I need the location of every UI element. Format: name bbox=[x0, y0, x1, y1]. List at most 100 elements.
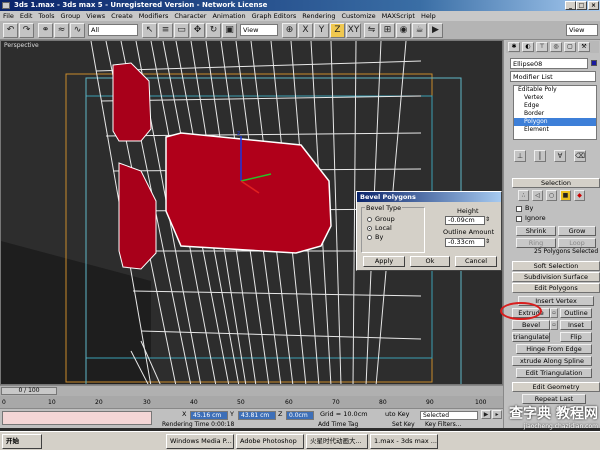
menu-graph-editors[interactable]: Graph Editors bbox=[249, 11, 300, 21]
track-bar[interactable]: 0 10 20 30 40 50 60 70 80 90 100 bbox=[0, 396, 503, 408]
outline-spinner-arrows[interactable]: ⇕ bbox=[485, 238, 490, 246]
axis-xy-button[interactable]: XY bbox=[346, 23, 361, 38]
maxscript-listener[interactable] bbox=[2, 411, 152, 425]
axis-x-button[interactable]: X bbox=[298, 23, 313, 38]
by-radio[interactable] bbox=[367, 235, 372, 240]
selection-rollout-header[interactable]: Selection bbox=[512, 178, 600, 188]
soft-selection-rollout-header[interactable]: Soft Selection bbox=[512, 261, 600, 271]
link-icon[interactable]: ⚭ bbox=[38, 23, 53, 38]
time-slider[interactable]: 0 / 100 bbox=[0, 385, 503, 396]
unlink-icon[interactable]: ≈ bbox=[54, 23, 69, 38]
height-spinner-arrows[interactable]: ⇕ bbox=[485, 216, 490, 224]
select-by-name-icon[interactable]: ≡ bbox=[158, 23, 173, 38]
selection-filter-dropdown[interactable]: All bbox=[88, 24, 138, 36]
axis-y-button[interactable]: Y bbox=[314, 23, 329, 38]
ignore-backfacing-checkbox[interactable] bbox=[516, 216, 522, 222]
menu-file[interactable]: File bbox=[0, 11, 17, 21]
show-end-result-icon[interactable]: ⎮ bbox=[534, 150, 546, 162]
close-button[interactable]: × bbox=[588, 1, 599, 10]
start-button[interactable]: 开始 bbox=[2, 434, 42, 449]
redo-icon[interactable]: ↷ bbox=[19, 23, 34, 38]
object-color-swatch[interactable] bbox=[591, 60, 597, 66]
hierarchy-tab-icon[interactable]: ⊤ bbox=[536, 42, 548, 52]
shrink-button[interactable]: Shrink bbox=[516, 226, 556, 236]
rotate-icon[interactable]: ↻ bbox=[206, 23, 221, 38]
menu-modifiers[interactable]: Modifiers bbox=[136, 11, 172, 21]
quick-render-icon[interactable]: ▶ bbox=[428, 23, 443, 38]
edit-polygons-rollout-header[interactable]: Edit Polygons bbox=[512, 283, 600, 293]
create-tab-icon[interactable]: ✱ bbox=[508, 42, 520, 52]
ref-coord-dropdown[interactable]: View bbox=[240, 24, 278, 36]
bind-spacewarp-icon[interactable]: ∿ bbox=[70, 23, 85, 38]
stack-item-element[interactable]: Element bbox=[514, 126, 596, 134]
add-time-tag[interactable]: Add Time Tag bbox=[318, 420, 358, 429]
menu-customize[interactable]: Customize bbox=[338, 11, 378, 21]
task-3dsmax[interactable]: 1.max - 3ds max ... bbox=[370, 434, 438, 449]
bevel-settings-icon[interactable]: ▫ bbox=[550, 320, 558, 330]
subdivision-surface-rollout-header[interactable]: Subdivision Surface bbox=[512, 272, 600, 282]
key-selection-dropdown[interactable]: Selected bbox=[420, 411, 478, 420]
task-photoshop[interactable]: Adobe Photoshop bbox=[236, 434, 304, 449]
material-editor-icon[interactable]: ◉ bbox=[396, 23, 411, 38]
time-slider-knob[interactable]: 0 / 100 bbox=[1, 387, 57, 395]
extrude-settings-icon[interactable]: ▫ bbox=[550, 308, 558, 318]
axis-z-button[interactable]: Z bbox=[330, 23, 345, 38]
set-key-button[interactable]: Set Key bbox=[392, 420, 415, 429]
align-icon[interactable]: ⊞ bbox=[380, 23, 395, 38]
bevel-button[interactable]: Bevel bbox=[512, 320, 550, 330]
apply-button[interactable]: Apply bbox=[363, 256, 405, 267]
mirror-icon[interactable]: ⇋ bbox=[364, 23, 379, 38]
task-windows-media[interactable]: Windows Media P... bbox=[166, 434, 234, 449]
key-filters-button[interactable]: Key Filters... bbox=[425, 420, 462, 429]
menu-group[interactable]: Group bbox=[58, 11, 84, 21]
select-object-icon[interactable]: ↖ bbox=[142, 23, 157, 38]
outline-button[interactable]: Outline bbox=[560, 308, 592, 318]
next-frame-icon[interactable]: ▸ bbox=[492, 410, 502, 419]
element-mode-icon[interactable]: ◆ bbox=[574, 190, 585, 201]
menu-character[interactable]: Character bbox=[171, 11, 209, 21]
polygon-mode-icon[interactable]: ■ bbox=[560, 190, 571, 201]
stack-item-vertex[interactable]: Vertex bbox=[514, 94, 596, 102]
maximize-button[interactable]: □ bbox=[576, 1, 587, 10]
x-coord-field[interactable]: 45.16 cm bbox=[190, 411, 228, 420]
hinge-from-edge-button[interactable]: Hinge From Edge bbox=[516, 344, 592, 354]
modifier-list-dropdown[interactable]: Modifier List bbox=[510, 71, 596, 82]
menu-maxscript[interactable]: MAXScript bbox=[379, 11, 418, 21]
ok-button[interactable]: Ok bbox=[410, 256, 450, 267]
stack-item-editable-poly[interactable]: Editable Poly bbox=[514, 86, 596, 94]
local-radio[interactable] bbox=[367, 226, 372, 231]
border-mode-icon[interactable]: ○ bbox=[546, 190, 557, 201]
scale-icon[interactable]: ▣ bbox=[222, 23, 237, 38]
motion-tab-icon[interactable]: ◎ bbox=[550, 42, 562, 52]
outline-spinner[interactable]: -0.33cm bbox=[445, 238, 485, 247]
menu-edit[interactable]: Edit bbox=[17, 11, 36, 21]
vertex-mode-icon[interactable]: ∴ bbox=[518, 190, 529, 201]
task-browser[interactable]: 火星时代动画大... bbox=[306, 434, 368, 449]
menu-tools[interactable]: Tools bbox=[35, 11, 57, 21]
by-vertex-checkbox[interactable] bbox=[516, 206, 522, 212]
minimize-button[interactable]: _ bbox=[565, 1, 576, 10]
edge-mode-icon[interactable]: ◁ bbox=[532, 190, 543, 201]
menu-help[interactable]: Help bbox=[418, 11, 439, 21]
remove-modifier-icon[interactable]: ⌫ bbox=[574, 150, 586, 162]
stack-item-polygon[interactable]: Polygon bbox=[514, 118, 596, 126]
object-name-field[interactable]: Ellipse08 bbox=[510, 58, 588, 69]
display-tab-icon[interactable]: ▢ bbox=[564, 42, 576, 52]
y-coord-field[interactable]: 43.81 cm bbox=[238, 411, 276, 420]
menu-rendering[interactable]: Rendering bbox=[299, 11, 338, 21]
play-icon[interactable]: ▶ bbox=[481, 410, 491, 419]
group-radio[interactable] bbox=[367, 217, 372, 222]
pin-stack-icon[interactable]: ⊥ bbox=[514, 150, 526, 162]
menu-create[interactable]: Create bbox=[108, 11, 136, 21]
menu-views[interactable]: Views bbox=[83, 11, 108, 21]
named-selection-dropdown[interactable]: View bbox=[566, 24, 598, 36]
make-unique-icon[interactable]: ∀ bbox=[554, 150, 566, 162]
z-coord-field[interactable]: 0.0cm bbox=[286, 411, 314, 420]
stack-item-border[interactable]: Border bbox=[514, 110, 596, 118]
edit-triangulation-button[interactable]: Edit Triangulation bbox=[516, 368, 592, 378]
utilities-tab-icon[interactable]: ⚒ bbox=[578, 42, 590, 52]
edit-geometry-rollout-header[interactable]: Edit Geometry bbox=[512, 382, 600, 392]
undo-icon[interactable]: ↶ bbox=[3, 23, 18, 38]
render-scene-icon[interactable]: ☕ bbox=[412, 23, 427, 38]
auto-key-button[interactable]: uto Key bbox=[385, 410, 410, 419]
